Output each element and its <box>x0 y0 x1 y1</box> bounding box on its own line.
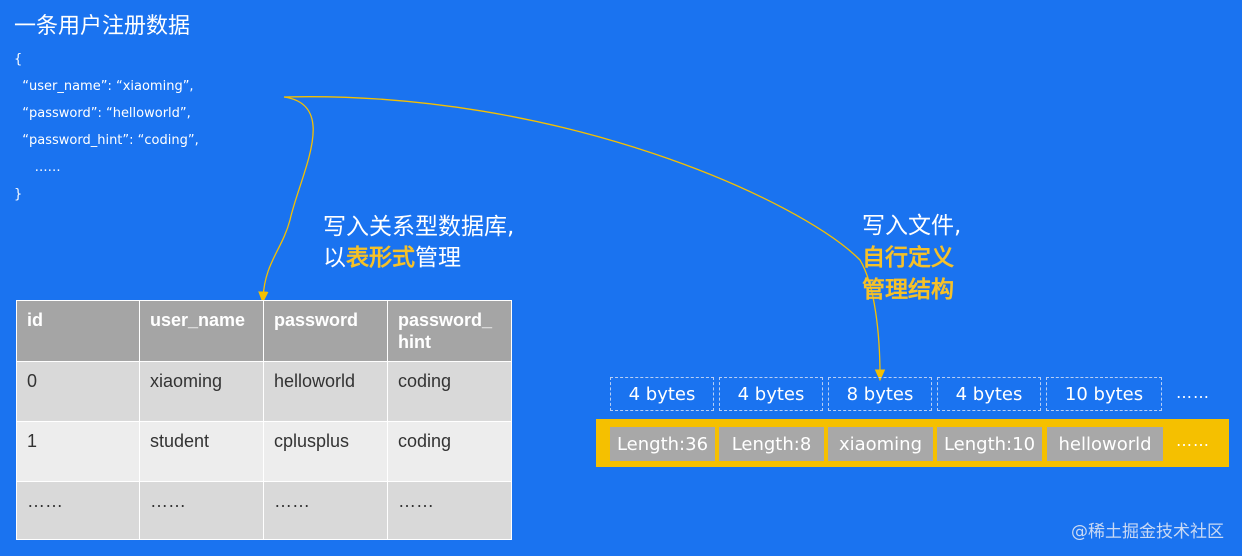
label-relational-db: 写入关系型数据库, 以表形式管理 <box>323 212 514 274</box>
file-cell: Length:8 <box>719 427 824 461</box>
table-cell: …… <box>16 481 140 540</box>
table-cell: …… <box>139 481 264 540</box>
file-cell: xiaoming <box>828 427 933 461</box>
label-db-line1: 写入关系型数据库, <box>323 214 515 240</box>
file-cell: helloworld <box>1047 427 1163 461</box>
table-cell: student <box>139 421 264 482</box>
header-user-name: user_name <box>139 300 264 362</box>
file-cell: Length:36 <box>610 427 715 461</box>
table-cell: helloworld <box>263 361 388 422</box>
table-row: …… …… …… …… <box>16 481 512 540</box>
table-row: 1 student cplusplus coding <box>16 421 512 482</box>
label-db-highlight: 表形式 <box>346 245 415 271</box>
table-cell: cplusplus <box>263 421 388 482</box>
arrow-to-table <box>258 96 314 304</box>
label-file: 写入文件, 自行定义 管理结构 <box>862 210 961 306</box>
byte-size-box: 8 bytes <box>828 377 932 411</box>
header-password-hint: password_ hint <box>387 300 512 362</box>
byte-size-row: 4 bytes 4 bytes 8 bytes 4 bytes 10 bytes <box>610 377 1167 411</box>
table-cell: …… <box>263 481 388 540</box>
table-cell: 1 <box>16 421 140 482</box>
watermark: @稀土掘金技术社区 <box>1071 522 1224 542</box>
byte-size-ellipsis: …… <box>1176 383 1210 402</box>
header-password: password <box>263 300 388 362</box>
label-file-highlight2: 管理结构 <box>862 277 954 303</box>
table-cell: coding <box>387 361 512 422</box>
table-row: 0 xiaoming helloworld coding <box>16 361 512 422</box>
table-cell: coding <box>387 421 512 482</box>
label-db-suffix: 管理 <box>415 245 461 271</box>
label-file-line1: 写入文件, <box>862 213 962 239</box>
user-table: id user_name password password_ hint 0 x… <box>16 300 512 540</box>
byte-size-box: 10 bytes <box>1046 377 1162 411</box>
table-cell: …… <box>387 481 512 540</box>
table-cell: xiaoming <box>139 361 264 422</box>
byte-size-box: 4 bytes <box>719 377 823 411</box>
table-header-row: id user_name password password_ hint <box>16 300 512 362</box>
file-cell: Length:10 <box>937 427 1042 461</box>
byte-size-box: 4 bytes <box>610 377 714 411</box>
header-id: id <box>16 300 140 362</box>
label-file-highlight1: 自行定义 <box>862 245 954 271</box>
byte-size-box: 4 bytes <box>937 377 1041 411</box>
file-layout-strip: Length:36 Length:8 xiaoming Length:10 he… <box>596 419 1229 467</box>
table-cell: 0 <box>16 361 140 422</box>
label-db-prefix: 以 <box>323 245 346 271</box>
file-strip-ellipsis: …… <box>1176 431 1210 450</box>
